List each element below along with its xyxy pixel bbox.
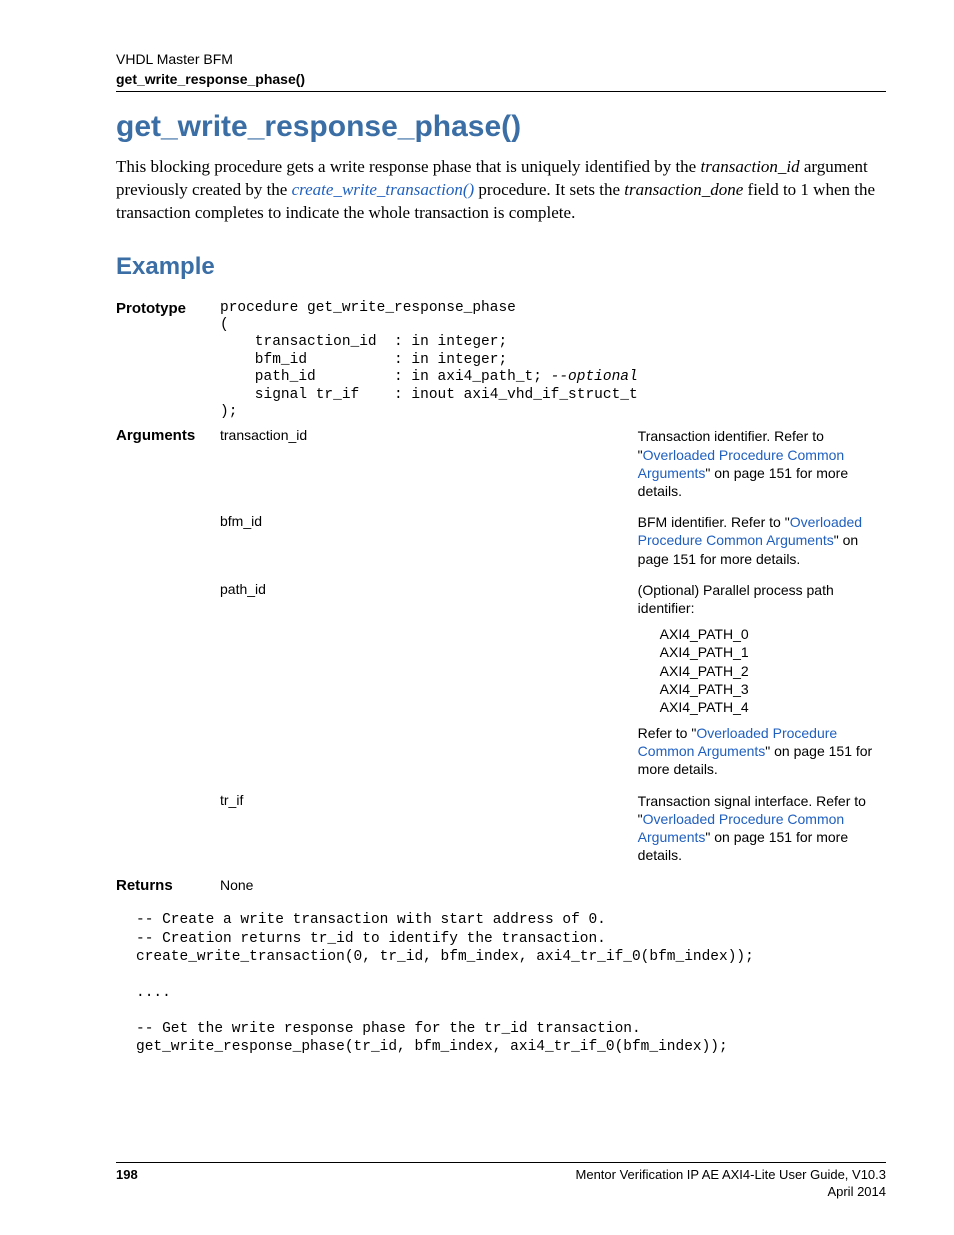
arg-name-tr-if: tr_if bbox=[220, 789, 638, 875]
intro-post1: procedure. It sets the bbox=[474, 180, 624, 199]
returns-value: None bbox=[220, 874, 638, 897]
prototype-row: Prototype procedure get_write_response_p… bbox=[116, 297, 886, 425]
returns-row: Returns None bbox=[116, 874, 886, 897]
path-list: AXI4_PATH_0 AXI4_PATH_1 AXI4_PATH_2 AXI4… bbox=[660, 617, 886, 724]
header-sub: get_write_response_phase() bbox=[116, 71, 886, 87]
arg-name-bfm-id: bfm_id bbox=[220, 510, 638, 578]
arg-name-path-id: path_id bbox=[220, 578, 638, 789]
path-2: AXI4_PATH_2 bbox=[660, 662, 886, 680]
arg-path-id-row: path_id (Optional) Parallel process path… bbox=[116, 578, 886, 789]
arg-path-refer-pre: Refer to " bbox=[638, 725, 697, 741]
prototype-label: Prototype bbox=[116, 297, 220, 425]
intro-arg-italic: transaction_id bbox=[700, 157, 799, 176]
page: VHDL Master BFM get_write_response_phase… bbox=[0, 0, 954, 1235]
create-write-transaction-link[interactable]: create_write_transaction() bbox=[292, 180, 475, 199]
footer: 198 Mentor Verification IP AE AXI4-Lite … bbox=[116, 1162, 886, 1201]
arg-path-pre: (Optional) Parallel process path identif… bbox=[638, 581, 886, 617]
path-4: AXI4_PATH_4 bbox=[660, 698, 886, 716]
prototype-cell: procedure get_write_response_phase ( tra… bbox=[220, 297, 638, 425]
arg-bfm-pre: BFM identifier. Refer to " bbox=[638, 514, 790, 530]
page-number: 198 bbox=[116, 1167, 138, 1201]
arg-desc-transaction-id: Transaction identifier. Refer to "Overlo… bbox=[638, 424, 886, 510]
arg-tr-if-row: tr_if Transaction signal interface. Refe… bbox=[116, 789, 886, 875]
path-1: AXI4_PATH_1 bbox=[660, 643, 886, 661]
example-code: -- Create a write transaction with start… bbox=[136, 911, 886, 1056]
arg-name-transaction-id: transaction_id bbox=[220, 424, 638, 510]
intro-done-italic: transaction_done bbox=[624, 180, 743, 199]
definition-table: Prototype procedure get_write_response_p… bbox=[116, 297, 886, 898]
arguments-label: Arguments bbox=[116, 424, 220, 510]
intro-paragraph: This blocking procedure gets a write res… bbox=[116, 156, 886, 225]
arg-transaction-id-row: Arguments transaction_id Transaction ide… bbox=[116, 424, 886, 510]
arg-path-refer: Refer to "Overloaded Procedure Common Ar… bbox=[638, 724, 886, 779]
arg-desc-path-id: (Optional) Parallel process path identif… bbox=[638, 578, 886, 789]
arg-bfm-id-row: bfm_id BFM identifier. Refer to "Overloa… bbox=[116, 510, 886, 578]
arg-desc-bfm-id: BFM identifier. Refer to "Overloaded Pro… bbox=[638, 510, 886, 578]
page-title: get_write_response_phase() bbox=[116, 110, 886, 144]
path-3: AXI4_PATH_3 bbox=[660, 680, 886, 698]
footer-right: Mentor Verification IP AE AXI4-Lite User… bbox=[576, 1167, 886, 1201]
arg-desc-tr-if: Transaction signal interface. Refer to "… bbox=[638, 789, 886, 875]
path-0: AXI4_PATH_0 bbox=[660, 625, 886, 643]
footer-date: April 2014 bbox=[576, 1184, 886, 1201]
intro-pre: This blocking procedure gets a write res… bbox=[116, 157, 700, 176]
header-rule bbox=[116, 91, 886, 92]
prototype-code: procedure get_write_response_phase ( tra… bbox=[220, 300, 638, 422]
footer-guide: Mentor Verification IP AE AXI4-Lite User… bbox=[576, 1167, 886, 1184]
section-example: Example bbox=[116, 253, 886, 281]
header-top: VHDL Master BFM bbox=[116, 50, 886, 69]
returns-label: Returns bbox=[116, 874, 220, 897]
